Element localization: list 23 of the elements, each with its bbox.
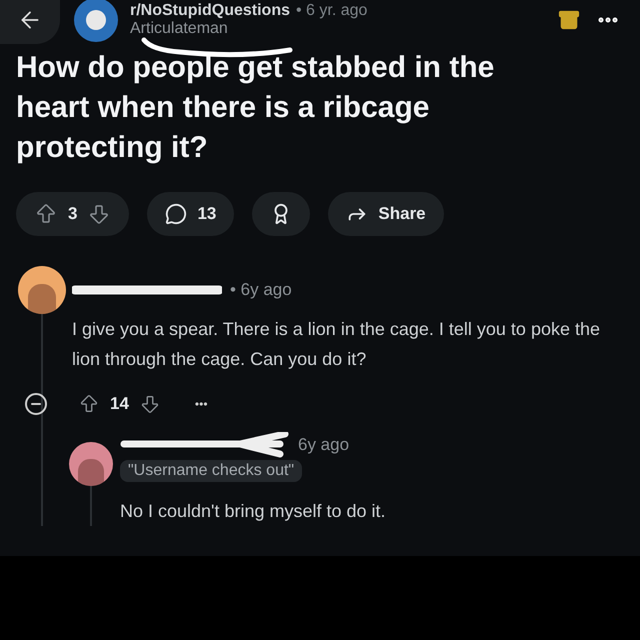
comments-button[interactable]: 13 [147, 192, 234, 236]
comment-text: No I couldn't bring myself to do it. [120, 500, 387, 523]
collapse-icon[interactable] [24, 392, 48, 416]
share-button[interactable]: Share [328, 192, 444, 236]
user-avatar[interactable] [18, 266, 66, 314]
vote-count: 3 [68, 204, 78, 224]
comment-age: • 6y ago [230, 280, 292, 300]
comment-icon [165, 203, 188, 225]
back-button[interactable] [0, 0, 60, 44]
award-button[interactable] [252, 192, 310, 236]
vote-count: 14 [110, 394, 129, 414]
post-title: How do people get stabbed in the heart when there is a ribcage protecting it? [16, 50, 496, 166]
upvote-icon[interactable] [34, 202, 58, 226]
upvote-icon[interactable] [78, 393, 100, 415]
post-age: • 6 yr. ago [296, 2, 368, 20]
subreddit-avatar[interactable] [74, 0, 118, 42]
subreddit-name[interactable]: r/NoStupidQuestions [130, 2, 290, 20]
comment-age: 6y ago [298, 435, 350, 455]
user-avatar[interactable] [69, 442, 113, 486]
comment-text: I give you a spear. There is a lion in the cage. I tell you to poke the lion through the cage. Can you do it? [72, 318, 601, 371]
more-button[interactable]: ••• [194, 397, 208, 411]
author-name[interactable]: Articulateman [130, 20, 550, 38]
user-flair: "Username checks out" [120, 460, 302, 482]
